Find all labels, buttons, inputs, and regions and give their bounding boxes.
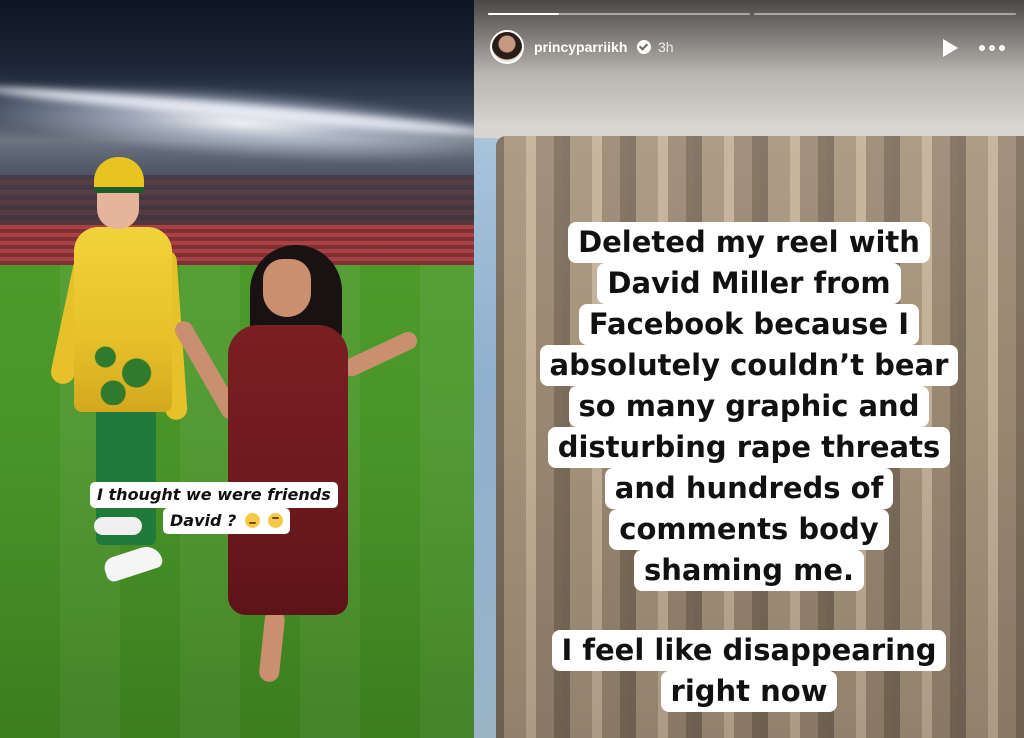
caption-line-2: David ? (163, 508, 291, 534)
slightly-smiling-face-emoji (244, 513, 260, 528)
profile-avatar[interactable] (490, 30, 524, 64)
instagram-story-panel: princyparriikh 3h Deleted my reel with D… (474, 0, 1024, 738)
story-timestamp: 3h (658, 39, 674, 55)
story-text-line: I feel like disappearing (551, 630, 947, 671)
play-icon[interactable] (943, 39, 958, 57)
caption-line-1: I thought we were friends (90, 482, 338, 508)
story-text-line: and hundreds of (604, 468, 894, 509)
story-text-line: Facebook because I (578, 304, 920, 345)
more-options-icon[interactable] (979, 45, 1005, 51)
story-progress-segment-2 (754, 13, 1016, 15)
story-text-line: Deleted my reel with (568, 222, 930, 263)
story-text-line: absolutely couldn’t bear (539, 345, 959, 386)
story-text-line: disturbing rape threats (547, 427, 951, 468)
verified-badge-icon (637, 40, 651, 54)
story-text-line: David Miller from (597, 263, 901, 304)
story-text-block-2: I feel like disappearing right now (474, 630, 1024, 712)
left-photo-panel: I thought we were friends David ? (0, 0, 474, 738)
story-progress-segment-1 (488, 13, 750, 15)
story-text-block-1: Deleted my reel with David Miller from F… (474, 222, 1024, 591)
story-text-line: right now (660, 671, 838, 712)
story-text-line: comments body (609, 509, 889, 550)
reel-caption: I thought we were friends David ? (90, 480, 382, 536)
story-text-line: so many graphic and (568, 386, 930, 427)
woman-figure (171, 245, 421, 695)
story-progress-fill (488, 13, 559, 15)
upside-down-face-emoji (268, 513, 284, 528)
story-text-line: shaming me. (633, 550, 865, 591)
story-username[interactable]: princyparriikh (534, 38, 627, 56)
